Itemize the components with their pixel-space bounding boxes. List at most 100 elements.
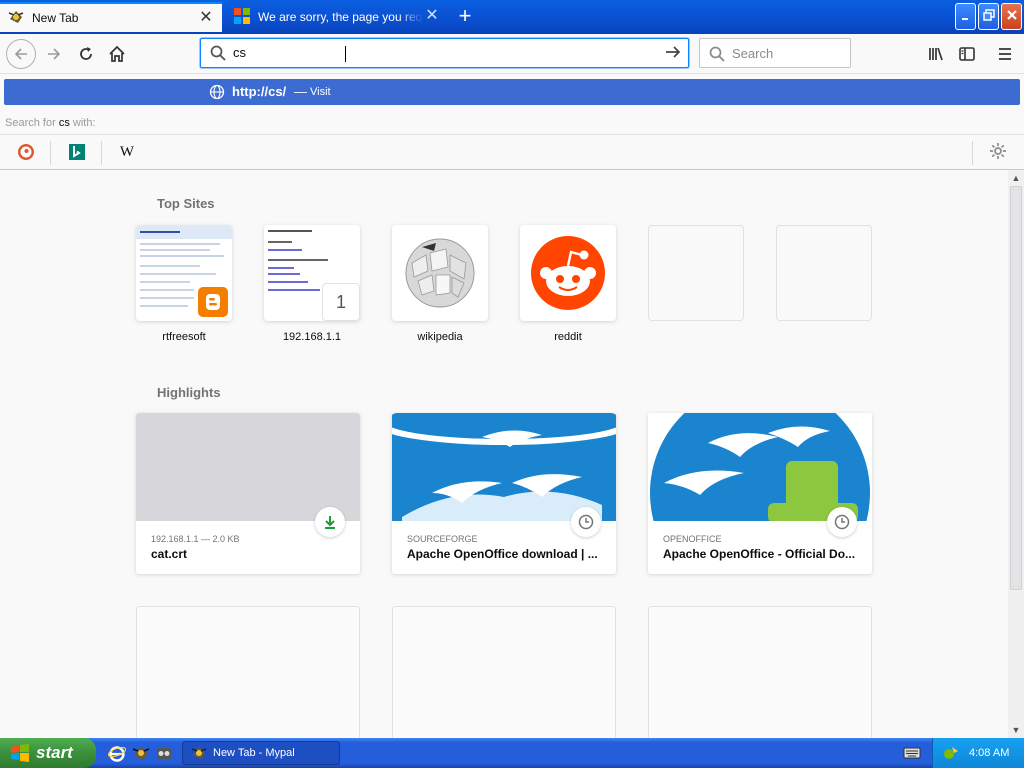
- wikipedia-engine-button[interactable]: W: [116, 142, 138, 162]
- top-site-tile[interactable]: reddit: [520, 225, 616, 343]
- suggestion-visit-row[interactable]: http://cs/ — Visit: [4, 79, 1020, 105]
- tab-strip: New Tab ✕ We are sorry, the page you req…: [0, 0, 1024, 34]
- close-tab-icon[interactable]: ✕: [198, 10, 214, 26]
- site-thumbnail[interactable]: [136, 225, 232, 321]
- empty-top-site-tile[interactable]: [776, 225, 872, 321]
- library-button[interactable]: [922, 40, 950, 68]
- highlight-card[interactable]: SOURCEFORGE Apache OpenOffice download |…: [392, 413, 616, 574]
- top-site-tile[interactable]: 1 192.168.1.1: [264, 225, 360, 343]
- clock[interactable]: 4:08 AM: [969, 747, 1009, 759]
- restore-button[interactable]: [978, 3, 999, 30]
- media-quicklaunch-icon[interactable]: [155, 744, 173, 762]
- duckduckgo-icon: [18, 144, 34, 160]
- empty-top-site-tile[interactable]: [648, 225, 744, 321]
- tab-error-page[interactable]: We are sorry, the page you requested ✕: [226, 2, 448, 32]
- site-thumbnail[interactable]: [520, 225, 616, 321]
- search-icon: [708, 45, 726, 63]
- address-bar[interactable]: cs: [200, 38, 689, 68]
- top-site-label[interactable]: reddit: [520, 331, 616, 343]
- card-context: SOURCEFORGE: [407, 534, 478, 544]
- mypal-quicklaunch-icon[interactable]: [132, 744, 150, 762]
- url-suggestions-popup: http://cs/ — Visit Search for cs with: W: [0, 74, 1024, 170]
- taskbar-window-label: New Tab - Mypal: [213, 747, 295, 759]
- forward-button[interactable]: [40, 40, 68, 68]
- menu-icon: [999, 48, 1011, 60]
- empty-highlight-placeholder: [392, 606, 616, 738]
- engine-divider: [50, 141, 51, 165]
- reddit-icon: [531, 236, 605, 310]
- empty-site-placeholder[interactable]: [648, 225, 744, 321]
- top-sites-heading[interactable]: Top Sites: [157, 196, 215, 211]
- windows-logo-icon: [11, 744, 29, 762]
- openoffice-logo-image: [392, 413, 616, 521]
- home-icon: [109, 45, 125, 62]
- empty-highlight-placeholder: [136, 606, 360, 738]
- close-tab-icon[interactable]: ✕: [424, 8, 440, 24]
- vertical-scrollbar[interactable]: ▲ ▼: [1008, 170, 1024, 738]
- clock-icon: [571, 507, 601, 537]
- close-window-button[interactable]: [1001, 3, 1022, 30]
- address-input[interactable]: cs: [233, 45, 633, 60]
- top-site-tile[interactable]: wikipedia: [392, 225, 488, 343]
- text-cursor-icon: [345, 46, 348, 62]
- search-icon: [209, 44, 227, 62]
- duckduckgo-engine-button[interactable]: [15, 142, 37, 162]
- empty-site-placeholder[interactable]: [776, 225, 872, 321]
- taskbar-window-button[interactable]: New Tab - Mypal: [182, 741, 340, 765]
- mypal-favicon-icon: [8, 9, 24, 28]
- start-button[interactable]: start: [0, 738, 96, 768]
- search-placeholder[interactable]: Search: [732, 46, 773, 61]
- top-site-label[interactable]: 192.168.1.1: [264, 331, 360, 343]
- new-tab-button[interactable]: +: [452, 4, 478, 30]
- site-number-badge: 1: [322, 283, 360, 321]
- tab-new-tab[interactable]: New Tab ✕: [0, 2, 222, 32]
- site-thumbnail[interactable]: [392, 225, 488, 321]
- suggestion-separator: —: [294, 84, 307, 99]
- suggestion-url: http://cs/: [232, 84, 287, 99]
- highlight-card[interactable]: 192.168.1.1 — 2.0 KB cat.crt: [136, 413, 360, 574]
- top-site-tile[interactable]: rtfreesoft: [136, 225, 232, 343]
- minimize-button[interactable]: [955, 3, 976, 30]
- search-for-label: Search for cs with:: [5, 117, 96, 129]
- bing-engine-button[interactable]: [66, 142, 88, 162]
- scrollbar-thumb[interactable]: [1010, 186, 1022, 590]
- menu-button[interactable]: [991, 40, 1019, 68]
- scroll-up-arrow-icon[interactable]: ▲: [1008, 170, 1024, 186]
- sidebar-button[interactable]: [953, 40, 981, 68]
- minimize-icon: [961, 18, 968, 20]
- screen: { "tabs": [ {"label": "New Tab", "close"…: [0, 0, 1024, 768]
- library-icon: [929, 47, 943, 61]
- keyboard-tray-icon[interactable]: [903, 745, 921, 761]
- search-engines-row: W: [0, 134, 1024, 170]
- back-button[interactable]: [6, 39, 36, 69]
- search-for-suffix: with:: [72, 117, 96, 129]
- go-arrow-icon[interactable]: [664, 43, 682, 66]
- reload-icon: [80, 47, 92, 60]
- highlight-card[interactable]: OPENOFFICE Apache OpenOffice - Official …: [648, 413, 872, 574]
- internet-explorer-quicklaunch-icon[interactable]: [107, 744, 127, 762]
- engine-divider: [101, 141, 102, 165]
- search-for-prefix: Search for: [5, 117, 56, 129]
- network-tray-icon[interactable]: [943, 745, 959, 761]
- search-bar[interactable]: Search: [699, 38, 851, 68]
- card-title: Apache OpenOffice - Official Do...: [663, 547, 856, 561]
- top-site-label[interactable]: wikipedia: [392, 331, 488, 343]
- scroll-down-arrow-icon[interactable]: ▼: [1008, 722, 1024, 738]
- site-thumbnail[interactable]: 1: [264, 225, 360, 321]
- start-label: start: [36, 743, 73, 762]
- home-button[interactable]: [103, 40, 131, 68]
- forward-arrow-icon: [48, 48, 61, 60]
- mypal-favicon-icon: [191, 747, 207, 759]
- search-settings-button[interactable]: [987, 142, 1009, 164]
- reload-button[interactable]: [72, 40, 100, 68]
- highlights-heading[interactable]: Highlights: [157, 385, 221, 400]
- tab-label: We are sorry, the page you requested: [258, 10, 423, 24]
- card-context: OPENOFFICE: [663, 534, 722, 544]
- windows-taskbar: start New Tab - Mypal 4:08 AM: [0, 738, 1024, 768]
- top-site-label[interactable]: rtfreesoft: [136, 331, 232, 343]
- empty-highlight-placeholder: [648, 606, 872, 738]
- clock-icon: [827, 507, 857, 537]
- download-icon: [315, 507, 345, 537]
- openoffice-logo-image: [648, 413, 872, 521]
- wikipedia-globe-icon: [405, 238, 475, 308]
